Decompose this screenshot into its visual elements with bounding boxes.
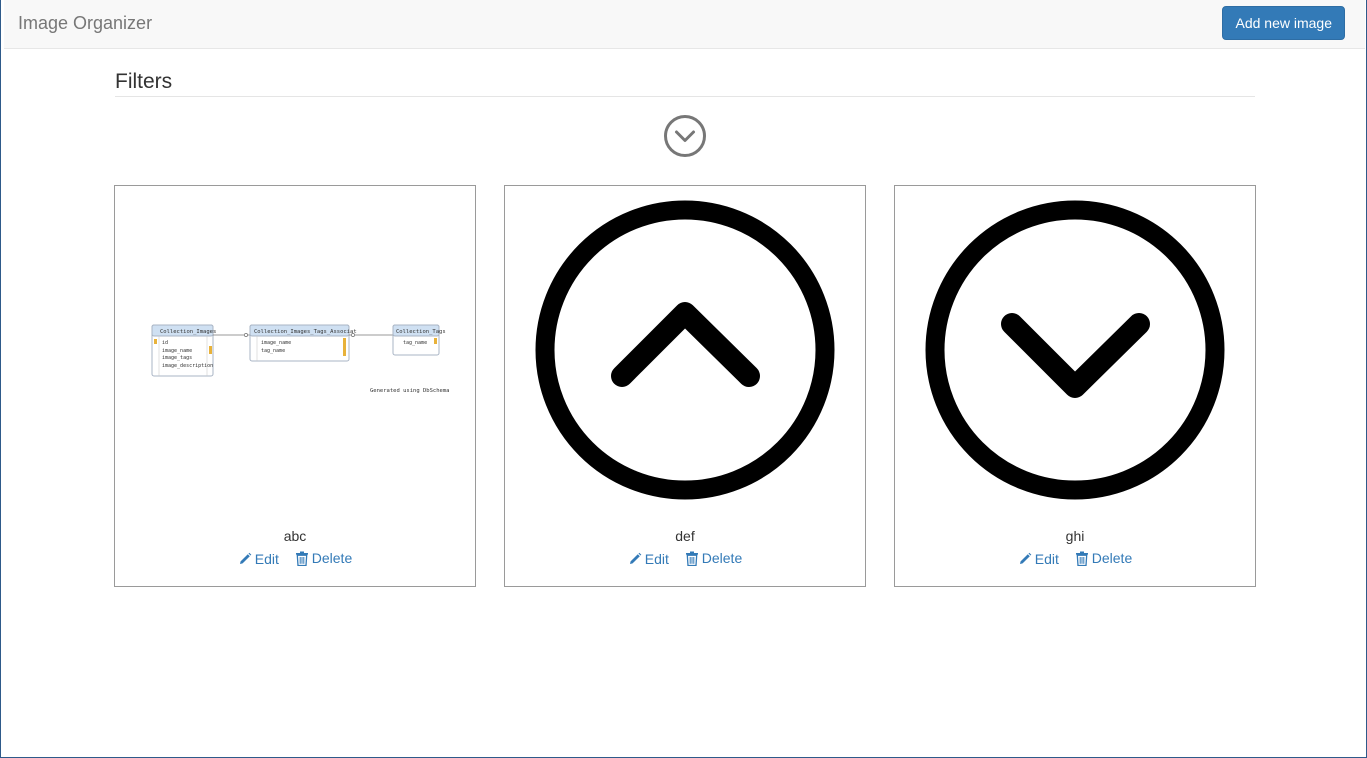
pencil-icon [239,552,252,564]
chevron-circle-down-icon [925,200,1225,500]
navbar: Image Organizer Add new image [4,0,1365,49]
schema-field: image_name [162,348,192,354]
edit-link[interactable]: Edit [238,551,279,567]
delete-link[interactable]: Delete [1075,550,1132,566]
card-actions: Edit Delete [115,550,475,569]
schema-field: image_description [162,363,213,369]
schema-field: image_name [261,340,291,346]
image-name: def [675,528,695,544]
schema-table-title: Collection_Images_Tags_Associat [254,329,357,335]
trash-icon [685,551,698,566]
schema-table: Collection_Images_Tags_Associat image_na… [249,324,357,362]
chevron-circle-up-icon [535,200,835,500]
add-new-image-button[interactable]: Add new image [1222,6,1345,40]
delete-label: Delete [701,550,743,566]
image-name: ghi [1065,528,1085,544]
image-thumbnail[interactable] [505,186,865,516]
trash-icon [1075,551,1088,566]
image-thumbnail[interactable]: Collection_Images id image_name image_ta… [115,186,475,516]
image-card: Collection_Images id image_name image_ta… [114,185,476,587]
schema-table: Collection_Tags tag_name [392,324,446,356]
delete-link[interactable]: Delete [295,550,352,566]
delete-label: Delete [1091,550,1133,566]
schema-footer-text: Generated using DbSchema [370,388,449,394]
image-card: ghi Edit Delete [894,185,1256,587]
schema-table-title: Collection_Images [160,329,216,335]
schema-table: Collection_Images id image_name image_ta… [151,324,216,377]
app-title[interactable]: Image Organizer [18,13,152,34]
chevron-circle-down-icon[interactable] [663,114,707,158]
schema-field: tag_name [261,348,285,354]
image-card: def Edit Delete [504,185,866,587]
edit-label: Edit [254,550,279,567]
image-thumbnail[interactable] [895,186,1255,516]
edit-link[interactable]: Edit [1018,551,1059,567]
schema-field: id [162,340,168,346]
trash-icon [295,551,308,566]
schema-field: image_tags [162,355,192,361]
schema-table-title: Collection_Tags [396,329,446,335]
edit-link[interactable]: Edit [628,551,669,567]
edit-label: Edit [644,550,669,567]
card-actions: Edit Delete [505,550,865,569]
edit-label: Edit [1034,550,1059,567]
pencil-icon [1019,552,1032,564]
delete-label: Delete [311,550,353,566]
card-actions: Edit Delete [895,550,1255,569]
image-name: abc [283,528,307,544]
filters-heading: Filters [115,70,1255,97]
app-window: Image Organizer Add new image Filters Co… [0,0,1367,758]
delete-link[interactable]: Delete [685,550,742,566]
pencil-icon [629,552,642,564]
schema-field: tag_name [403,340,427,346]
